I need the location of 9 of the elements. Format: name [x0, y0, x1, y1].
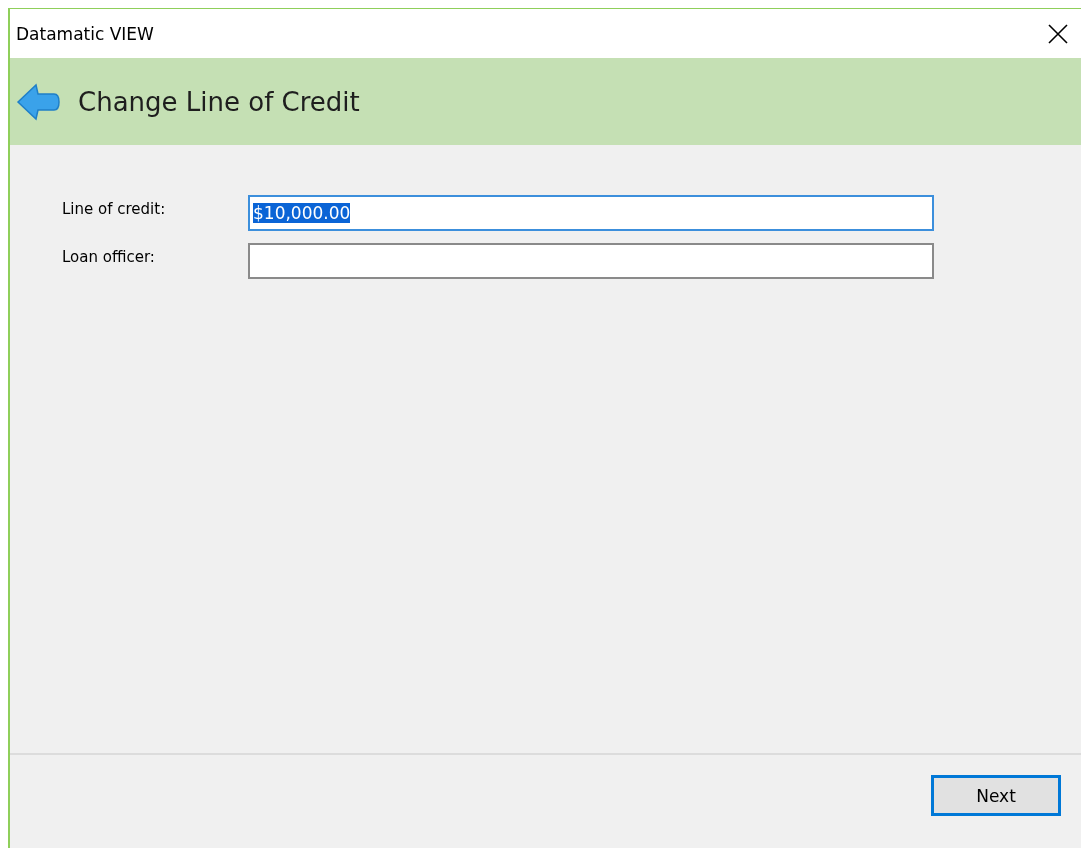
next-button[interactable]: Next — [931, 775, 1061, 816]
input-field[interactable]: $10,000.00 — [248, 195, 934, 231]
window-title: Datamatic VIEW — [16, 23, 154, 44]
field-label: Loan officer: — [62, 247, 156, 266]
close-icon — [1048, 23, 1068, 44]
back-arrow-icon[interactable] — [16, 82, 60, 121]
field-label: Line of credit: — [62, 199, 167, 218]
input-field[interactable] — [248, 243, 934, 279]
page-title: Change Line of Credit — [78, 86, 360, 117]
